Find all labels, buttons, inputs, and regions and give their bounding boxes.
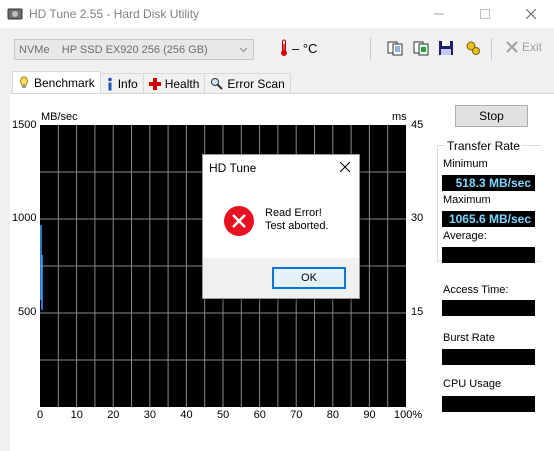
health-cross-icon [148,77,161,90]
drive-select-value: NVMe HP SSD EX920 256 (256 GB) [19,43,208,56]
maximum-label: Maximum [443,194,491,206]
ok-button[interactable]: OK [272,267,346,289]
tab-benchmark[interactable]: Benchmark [12,71,101,93]
exit-icon [506,41,518,53]
toolbar-separator [491,38,492,60]
stop-button[interactable]: Stop [455,105,528,127]
maximize-icon [480,9,490,19]
y-left-tick: 1000 [12,212,37,224]
x-axis-tick: 0 [37,409,44,421]
exit-button[interactable]: Exit [505,40,542,54]
dialog-close-icon[interactable] [337,159,353,175]
average-label: Average: [443,230,487,242]
minimum-value: 518.3 MB/sec [442,175,535,191]
save-icon[interactable] [438,40,454,56]
x-axis-tick: 60 [253,409,266,421]
tab-error-scan[interactable]: Error Scan [204,73,291,93]
average-value [442,247,535,263]
cpu-usage-label: CPU Usage [443,378,502,390]
temperature-value: – °C [292,40,318,56]
toolbar-separator [370,38,371,60]
x-axis-tick: 100% [394,409,423,421]
x-axis-tick: 20 [107,409,120,421]
burst-rate-label: Burst Rate [443,332,495,344]
toolbar: NVMe HP SSD EX920 256 (256 GB) – °C Exit [0,31,554,65]
x-axis-tick: 40 [180,409,193,421]
y-right-tick: 15 [411,306,424,318]
maximum-value: 1065.6 MB/sec [442,211,535,227]
stop-button-label: Stop [479,109,504,123]
close-button[interactable] [508,0,554,28]
window-title: HD Tune 2.55 - Hard Disk Utility [29,7,200,21]
tab-strip: Benchmark Info Health Error Scan [12,71,291,93]
minimize-button[interactable] [416,0,462,28]
dialog-title: HD Tune [209,160,257,175]
x-axis-tick: 30 [143,409,157,421]
access-time-label: Access Time: [443,284,509,296]
y-left-unit: MB/sec [41,111,78,123]
y-right-unit: ms [392,111,407,123]
minimize-icon [434,13,444,15]
x-axis-tick: 50 [217,409,230,421]
dialog-message-line2: Test aborted. [265,220,329,232]
error-dialog: HD Tune Read Error! Test aborted. OK [202,154,360,299]
temperature-readout: – °C [279,39,317,57]
info-icon [107,77,112,90]
transfer-rate-title: Transfer Rate [445,139,522,153]
thermometer-icon [281,39,287,56]
magnifier-icon [211,78,224,90]
tab-benchmark-label: Benchmark [34,75,95,90]
y-right-tick: 30 [411,212,424,224]
x-axis-tick: 10 [70,409,83,421]
y-left-tick: 1500 [12,119,37,131]
x-axis-tick: 80 [326,409,340,421]
tab-info-label: Info [117,76,138,91]
access-time-value [442,300,535,316]
benchmark-icon [20,75,28,88]
copy-info-icon[interactable] [387,40,403,56]
error-icon [224,206,254,236]
cpu-usage-value [442,396,535,412]
dialog-message: Read Error! Test aborted. [265,207,329,233]
y-right-tick: 45 [411,119,424,131]
title-bar: HD Tune 2.55 - Hard Disk Utility [0,0,554,28]
tab-health[interactable]: Health [142,73,206,93]
close-icon [526,9,536,19]
maximize-button[interactable] [462,0,508,28]
options-icon[interactable] [465,40,481,56]
copy-screenshot-icon[interactable] [413,40,429,56]
x-axis-tick: 90 [363,409,376,421]
tab-info[interactable]: Info [99,73,144,93]
tab-health-label: Health [164,76,200,91]
y-left-tick: 500 [18,306,37,318]
burst-rate-value [442,349,535,365]
dialog-title-bar: HD Tune [203,155,359,180]
x-axis-tick: 70 [290,409,303,421]
tab-error-scan-label: Error Scan [227,76,285,91]
chevron-down-icon [239,47,248,53]
hd-tune-app-icon [7,8,23,20]
minimum-label: Minimum [443,158,488,170]
drive-select[interactable]: NVMe HP SSD EX920 256 (256 GB) [14,39,254,60]
exit-label: Exit [522,40,543,54]
ok-button-label: OK [301,272,317,284]
dialog-message-line1: Read Error! [265,207,322,219]
dialog-body: Read Error! Test aborted. [203,180,359,258]
